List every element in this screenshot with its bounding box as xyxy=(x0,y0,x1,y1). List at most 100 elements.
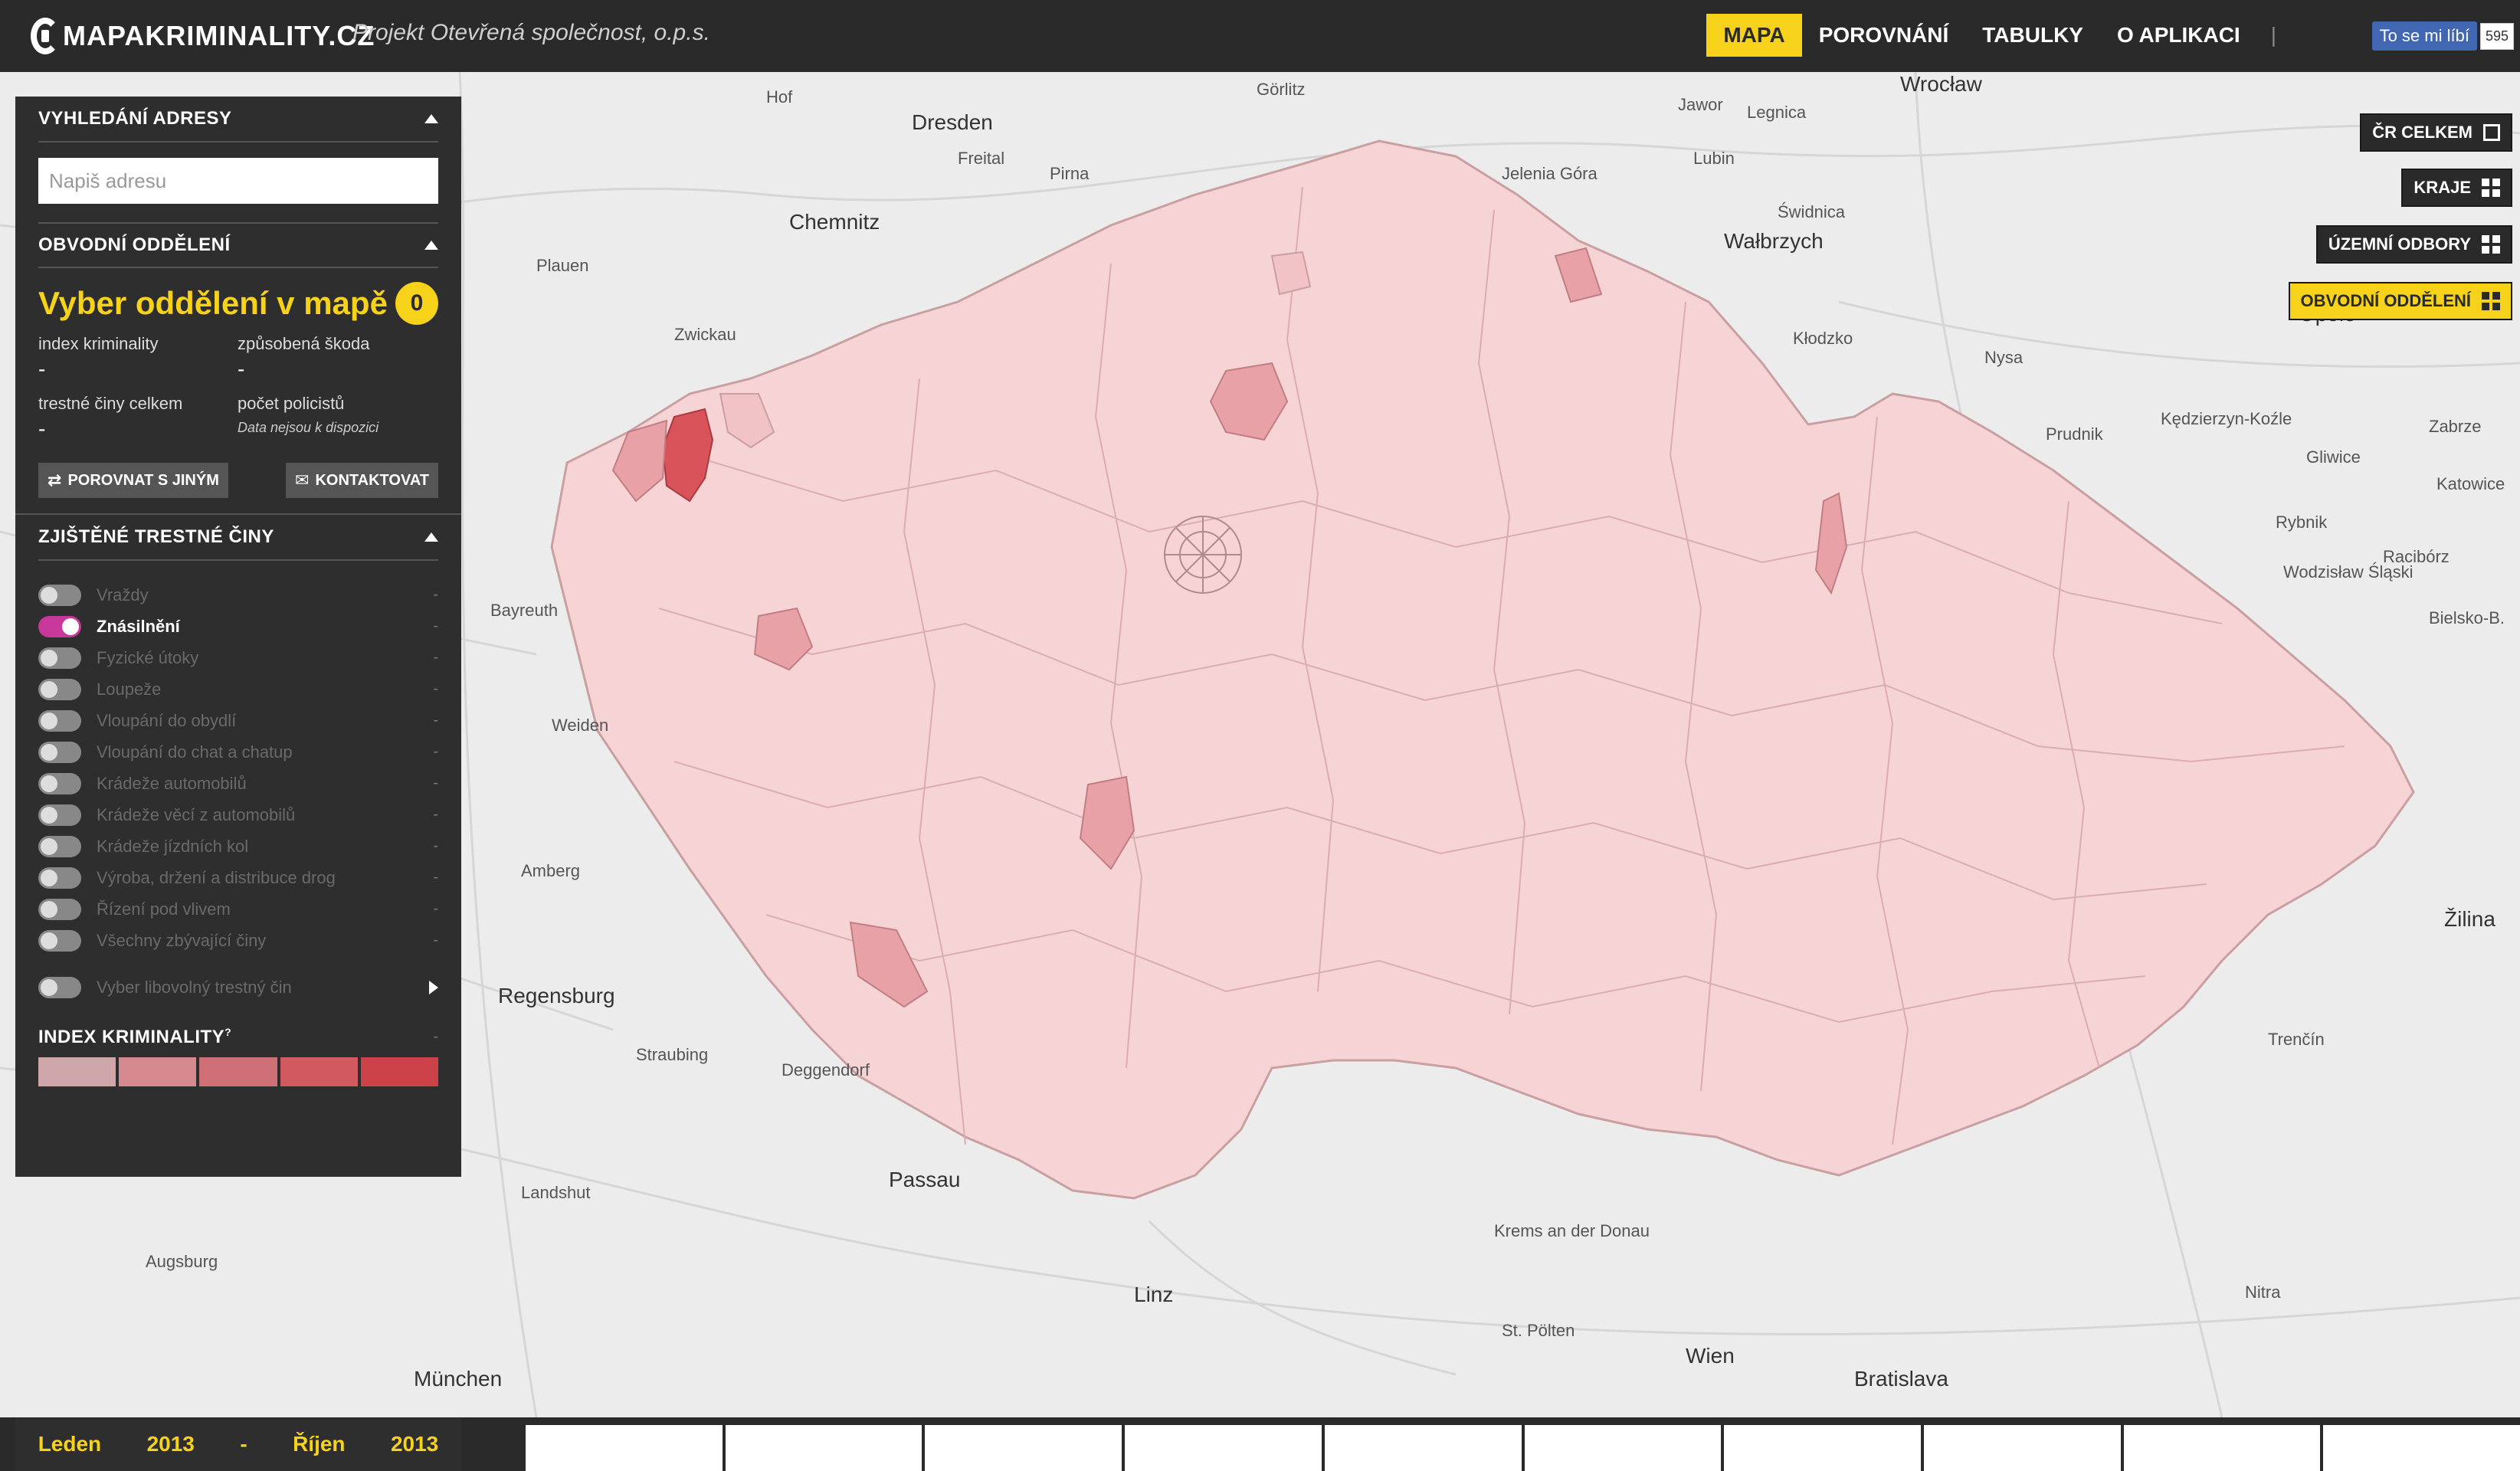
crime-toggle[interactable] xyxy=(38,867,81,889)
crime-row-vloupani-obydli[interactable]: Vloupání do obydlí - xyxy=(38,705,438,736)
map-label: Legnica xyxy=(1747,103,1807,122)
crime-row-fyzicke-utoky[interactable]: Fyzické útoky - xyxy=(38,642,438,673)
crime-value: - xyxy=(433,806,438,823)
department-actions: ⇄ POROVNAT S JINÝM ✉ KONTAKTOVAT xyxy=(38,463,438,498)
timeline-cell[interactable] xyxy=(526,1425,723,1471)
period-selector[interactable]: Leden 2013 - Říjen 2013 xyxy=(15,1417,461,1471)
collapse-icon[interactable] xyxy=(424,241,438,250)
crime-row-znasilneni[interactable]: Znásilnění - xyxy=(38,611,438,642)
crime-toggle[interactable] xyxy=(38,709,81,732)
period-to-year[interactable]: 2013 xyxy=(391,1432,438,1456)
timeline-cell[interactable] xyxy=(1125,1425,1322,1471)
timeline-cell[interactable] xyxy=(2323,1425,2520,1471)
crime-toggle[interactable] xyxy=(38,772,81,794)
crime-row-vrazdy[interactable]: Vraždy - xyxy=(38,579,438,611)
layer-button-obvodni-oddeleni[interactable]: OBVODNÍ ODDĚLENÍ xyxy=(2288,282,2512,320)
crime-toggle[interactable] xyxy=(38,741,81,763)
crime-toggle[interactable] xyxy=(38,835,81,857)
layer-button-kraje[interactable]: KRAJE xyxy=(2401,169,2512,207)
address-section-title: VYHLEDÁNÍ ADRESY xyxy=(38,108,232,129)
crime-row-rizeni-pod-vlivem[interactable]: Řízení pod vlivem - xyxy=(38,893,438,925)
collapse-icon[interactable] xyxy=(424,114,438,123)
map-label: München xyxy=(414,1367,503,1391)
department-section-header[interactable]: OBVODNÍ ODDĚLENÍ xyxy=(38,222,438,268)
map-label: Zabrze xyxy=(2429,417,2482,436)
address-search-input[interactable] xyxy=(38,158,438,204)
crime-row-kradeze-z-aut[interactable]: Krádeže věcí z automobilů - xyxy=(38,799,438,831)
compare-button[interactable]: ⇄ POROVNAT S JINÝM xyxy=(38,463,228,498)
envelope-icon: ✉ xyxy=(295,470,310,490)
period-from-year[interactable]: 2013 xyxy=(147,1432,195,1456)
period-to-month[interactable]: Říjen xyxy=(293,1432,345,1456)
map-label: Žilina xyxy=(2444,907,2495,931)
layer-button-cr[interactable]: ČR CELKEM xyxy=(2360,113,2512,152)
map-label: Freital xyxy=(958,149,1005,168)
map-label: Dresden xyxy=(912,110,993,134)
nav-mapa[interactable]: MAPA xyxy=(1706,14,1802,57)
timeline-cell[interactable] xyxy=(1324,1425,1522,1471)
crime-row-drogy[interactable]: Výroba, držení a distribuce drog - xyxy=(38,862,438,893)
legend-swatch xyxy=(119,1057,197,1086)
legend-swatch xyxy=(199,1057,277,1086)
stat-damage-label: způsobená škoda xyxy=(238,334,370,353)
crime-value: - xyxy=(433,932,438,948)
crime-toggle[interactable] xyxy=(38,647,81,669)
crime-row-kradeze-aut[interactable]: Krádeže automobilů - xyxy=(38,768,438,799)
map-label: Görlitz xyxy=(1257,80,1306,99)
project-credit[interactable]: Projekt Otevřená společnost, o.p.s. xyxy=(352,20,710,46)
logo-icon xyxy=(31,18,60,54)
layer-button-uzemni-odbory[interactable]: ÚZEMNÍ ODBORY xyxy=(2315,225,2512,264)
timeline-cell[interactable] xyxy=(2123,1425,2321,1471)
map-label: Pirna xyxy=(1050,164,1090,183)
map-label: Jelenia Góra xyxy=(1502,164,1598,183)
crime-toggle[interactable] xyxy=(38,584,81,606)
timeline[interactable] xyxy=(526,1425,2520,1471)
address-section-header[interactable]: VYHLEDÁNÍ ADRESY xyxy=(38,97,438,143)
crime-row-ostatni[interactable]: Všechny zbývající činy - xyxy=(38,925,438,956)
crime-toggle[interactable] xyxy=(38,929,81,952)
grid-icon xyxy=(2482,292,2500,310)
collapse-icon[interactable] xyxy=(424,532,438,542)
czech-republic-region[interactable] xyxy=(550,139,2415,1200)
legend-swatch xyxy=(280,1057,358,1086)
crime-toggle[interactable] xyxy=(38,678,81,700)
timeline-cell[interactable] xyxy=(1923,1425,2121,1471)
contact-button[interactable]: ✉ KONTAKTOVAT xyxy=(286,463,438,498)
layer-button-label: KRAJE xyxy=(2413,178,2471,197)
stat-index-label: index kriminality xyxy=(38,334,159,353)
crime-row-kradeze-kol[interactable]: Krádeže jízdních kol - xyxy=(38,831,438,862)
help-icon[interactable]: ? xyxy=(224,1026,231,1038)
crimes-section-header[interactable]: ZJIŠTĚNÉ TRESTNÉ ČINY xyxy=(38,515,438,561)
expand-arrow-icon[interactable] xyxy=(429,980,438,994)
crime-label: Krádeže věcí z automobilů xyxy=(97,804,296,824)
nav-tabulky[interactable]: TABULKY xyxy=(1965,14,2100,57)
nav-o-aplikaci[interactable]: O APLIKACI xyxy=(2100,14,2257,57)
nav-porovnani[interactable]: POROVNÁNÍ xyxy=(1802,14,1966,57)
map-label: Zwickau xyxy=(674,325,736,344)
crime-toggle[interactable] xyxy=(38,615,81,637)
crime-row-loupeze[interactable]: Loupeže - xyxy=(38,673,438,705)
map-label: Kłodzko xyxy=(1793,329,1853,348)
crime-row-any[interactable]: Vyber libovolný trestný čin xyxy=(38,971,438,1003)
highlighted-district[interactable] xyxy=(1270,251,1312,296)
map-label: Jawor xyxy=(1678,95,1723,114)
logo[interactable]: MAPAKRIMINALITY.CZ xyxy=(31,15,375,57)
crime-label: Krádeže jízdních kol xyxy=(97,836,249,856)
facebook-like-button[interactable]: To se mi líbí xyxy=(2371,21,2477,51)
crime-index-legend xyxy=(38,1057,439,1086)
crime-toggle[interactable] xyxy=(38,804,81,826)
timeline-cell[interactable] xyxy=(925,1425,1122,1471)
period-from-month[interactable]: Leden xyxy=(38,1432,101,1456)
crime-label: Výroba, držení a distribuce drog xyxy=(97,867,336,887)
crime-toggle[interactable] xyxy=(38,976,81,998)
grid-icon xyxy=(2482,179,2500,197)
map-label: Prudnik xyxy=(2046,424,2103,444)
timeline-cell[interactable] xyxy=(1724,1425,1921,1471)
crime-row-vloupani-chaty[interactable]: Vloupání do chat a chatup - xyxy=(38,736,438,768)
crime-toggle[interactable] xyxy=(38,898,81,920)
timeline-cell[interactable] xyxy=(725,1425,922,1471)
timeline-cell[interactable] xyxy=(1524,1425,1722,1471)
crime-label: Loupeže xyxy=(97,679,162,699)
map-label: Gliwice xyxy=(2306,447,2361,467)
legend-title: INDEX KRIMINALITY? xyxy=(38,1026,231,1048)
